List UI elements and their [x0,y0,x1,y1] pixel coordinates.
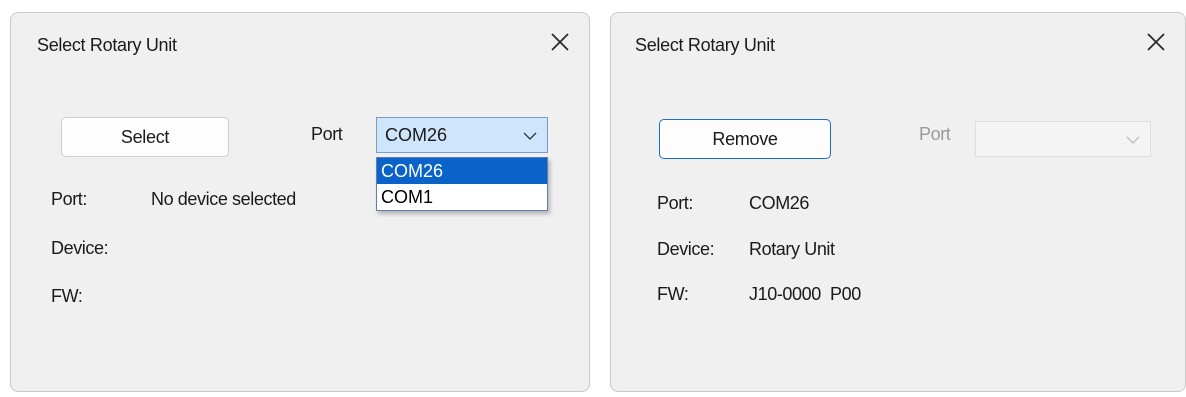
port-combobox[interactable]: COM26 [376,117,548,153]
close-button[interactable] [1143,29,1169,55]
port-info-label: Port: [51,189,88,209]
fw-info-label: FW: [657,284,689,304]
close-icon [1143,29,1169,55]
dropdown-option-com26[interactable]: COM26 [377,158,547,184]
remove-button[interactable]: Remove [659,119,831,159]
close-button[interactable] [547,29,573,55]
select-button[interactable]: Select [61,117,229,157]
dialog-title: Select Rotary Unit [37,35,177,55]
select-rotary-unit-dialog-right: Select Rotary Unit Remove Port Port: COM… [610,12,1186,392]
close-icon [547,29,573,55]
port-info-label: Port: [657,193,694,213]
port-info-value: COM26 [749,193,810,213]
select-rotary-unit-dialog-left: Select Rotary Unit Select Port COM26 COM… [10,12,590,392]
port-combobox [975,121,1151,157]
port-combo-label: Port [311,124,343,144]
port-info-value: No device selected [151,189,296,209]
dropdown-option-com1[interactable]: COM1 [377,184,547,210]
chevron-down-icon [523,129,537,143]
port-combo-label: Port [919,124,951,144]
port-dropdown-list: COM26 COM1 [376,157,548,211]
fw-info-value: J10-0000 P00 [749,284,861,304]
port-combo-value: COM26 [385,125,448,145]
device-info-label: Device: [657,239,715,259]
fw-info-label: FW: [51,286,83,306]
dialog-title: Select Rotary Unit [635,35,775,55]
device-info-value: Rotary Unit [749,239,835,259]
device-info-label: Device: [51,238,109,258]
chevron-down-icon [1126,133,1140,147]
